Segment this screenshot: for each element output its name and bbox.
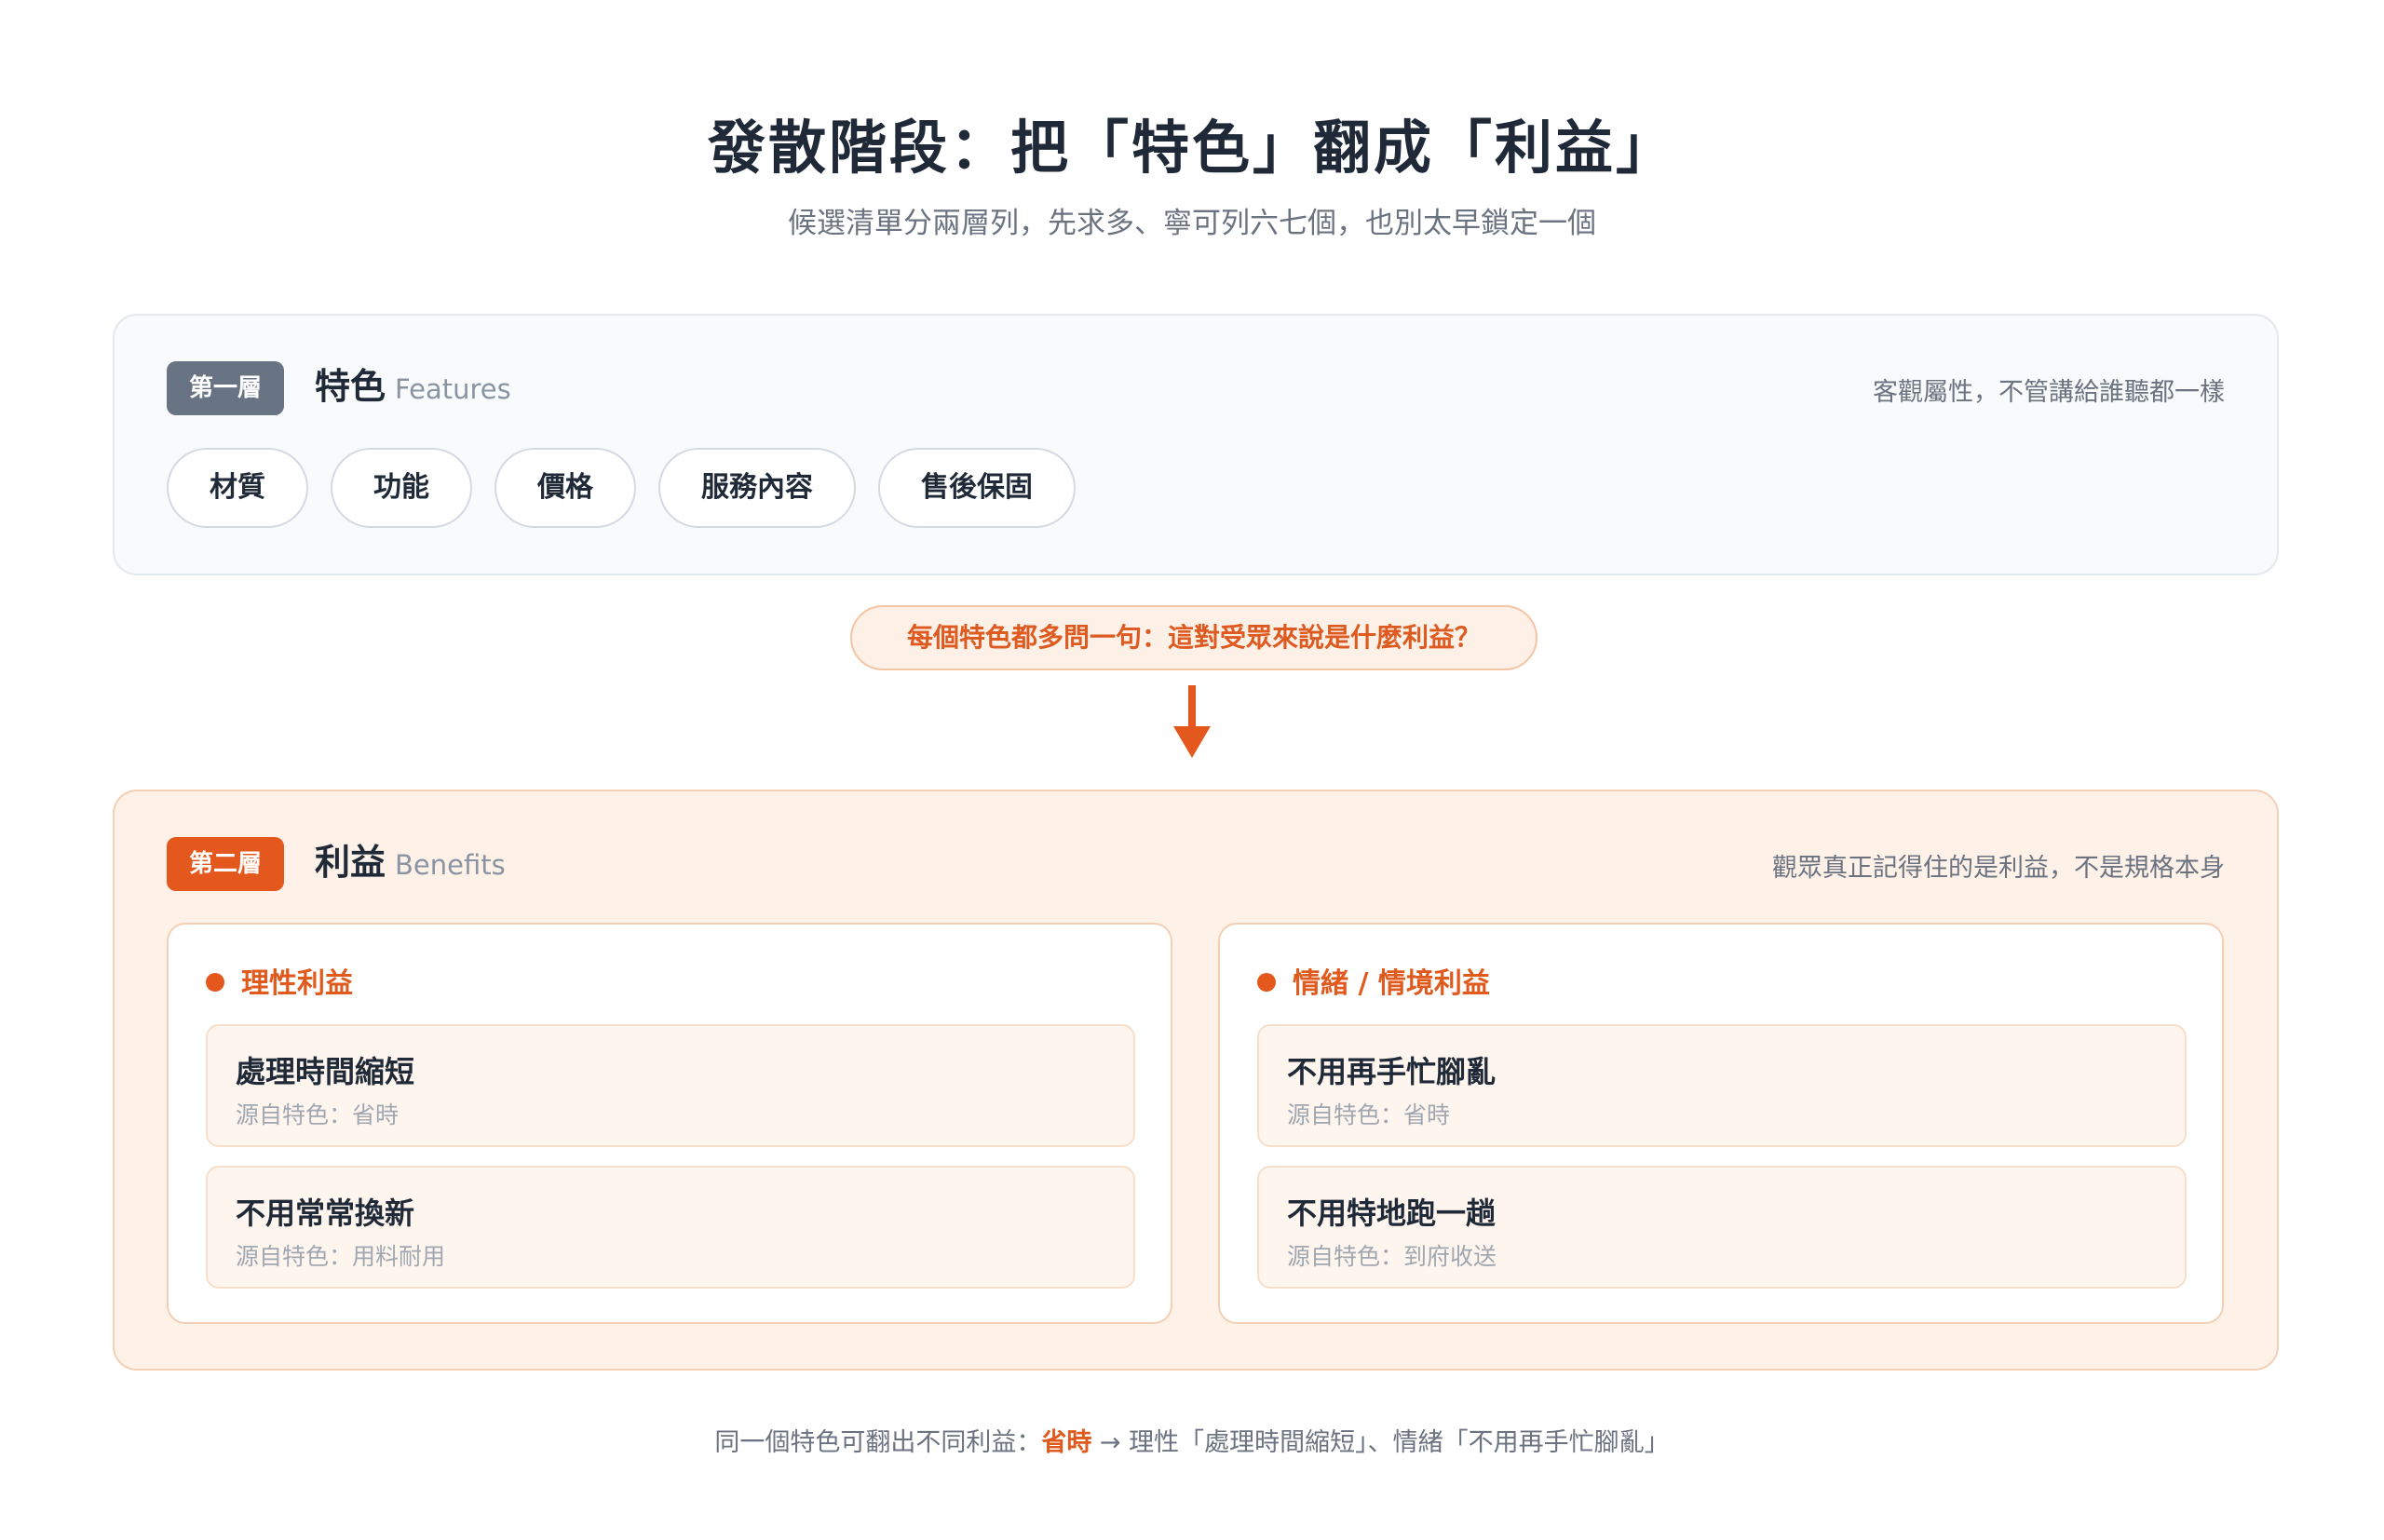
benefit-card-source: 源自特色：省時 [236, 1101, 400, 1128]
features-title: 特色 Features [315, 358, 511, 409]
benefits-panel: 第二層 利益 Benefits 觀眾真正記得住的是利益，不是規格本身 理性利益 處… [113, 790, 2279, 1371]
page-title: 發散階段：把「特色」翻成「利益」 [707, 114, 1676, 182]
features-layer-badge: 第一層 [167, 361, 285, 415]
footer-note: 同一個特色可翻出不同利益：省時 → 理性「處理時間縮短」、情緒「不用再手忙腳亂」 [0, 1422, 2384, 1458]
benefit-card-source: 源自特色：省時 [1287, 1101, 1451, 1128]
benefit-card: 不用常常換新 源自特色：用料耐用 [206, 1166, 1135, 1289]
benefit-card-title: 不用常常換新 [236, 1196, 415, 1231]
benefit-card-title: 不用再手忙腳亂 [1287, 1054, 1497, 1089]
rational-benefits-label: 理性利益 [241, 967, 353, 1000]
feature-chip-list: 材質 功能 價格 服務內容 售後保固 [167, 448, 1076, 528]
footer-highlight: 省時 [1041, 1428, 1092, 1457]
feature-chip: 材質 [167, 448, 308, 528]
benefit-card: 不用特地跑一趟 源自特色：到府收送 [1257, 1166, 2187, 1289]
feature-chip: 服務內容 [658, 448, 856, 528]
benefit-card-source: 源自特色：用料耐用 [236, 1243, 446, 1270]
page-subtitle: 候選清單分兩層列，先求多、寧可列六七個，也別太早鎖定一個 [788, 207, 1596, 240]
benefit-card-title: 處理時間縮短 [236, 1054, 415, 1089]
benefits-title-en: Benefits [395, 849, 506, 881]
footer-prefix: 同一個特色可翻出不同利益： [714, 1428, 1042, 1457]
features-panel: 第一層 特色 Features 客觀屬性，不管講給誰聽都一樣 材質 功能 價格 服… [113, 314, 2279, 575]
footer-suffix: → 理性「處理時間縮短」、情緒「不用再手忙腳亂」 [1091, 1428, 1670, 1457]
benefit-card-source: 源自特色：到府收送 [1287, 1243, 1497, 1270]
benefits-note: 觀眾真正記得住的是利益，不是規格本身 [1772, 854, 2225, 883]
benefits-title: 利益 Benefits [315, 833, 506, 885]
feature-chip: 價格 [494, 448, 636, 528]
benefits-title-zh: 利益 [315, 842, 386, 883]
rational-benefits-column: 理性利益 處理時間縮短 源自特色：省時 不用常常換新 源自特色：用料耐用 [167, 923, 1172, 1324]
benefit-card-title: 不用特地跑一趟 [1287, 1196, 1497, 1231]
features-title-zh: 特色 [315, 366, 386, 407]
features-note: 客觀屬性，不管講給誰聽都一樣 [1873, 378, 2225, 407]
benefits-layer-badge: 第二層 [167, 837, 285, 891]
feature-chip: 售後保固 [878, 448, 1076, 528]
bullet-dot-icon [1257, 972, 1276, 992]
rational-benefits-heading: 理性利益 [206, 960, 353, 1001]
features-title-en: Features [395, 373, 511, 405]
down-arrow-icon [1173, 685, 1211, 758]
emotional-benefits-column: 情緒 / 情境利益 不用再手忙腳亂 源自特色：省時 不用特地跑一趟 源自特色：到… [1218, 923, 2224, 1324]
benefit-card: 不用再手忙腳亂 源自特色：省時 [1257, 1024, 2187, 1147]
transition-question: 每個特色都多問一句：這對受眾來說是什麼利益？ [850, 605, 1537, 670]
bullet-dot-icon [206, 972, 224, 992]
emotional-benefits-label: 情緒 / 情境利益 [1293, 967, 1490, 1000]
emotional-benefits-heading: 情緒 / 情境利益 [1257, 960, 1490, 1001]
benefit-card: 處理時間縮短 源自特色：省時 [206, 1024, 1135, 1147]
feature-chip: 功能 [331, 448, 472, 528]
